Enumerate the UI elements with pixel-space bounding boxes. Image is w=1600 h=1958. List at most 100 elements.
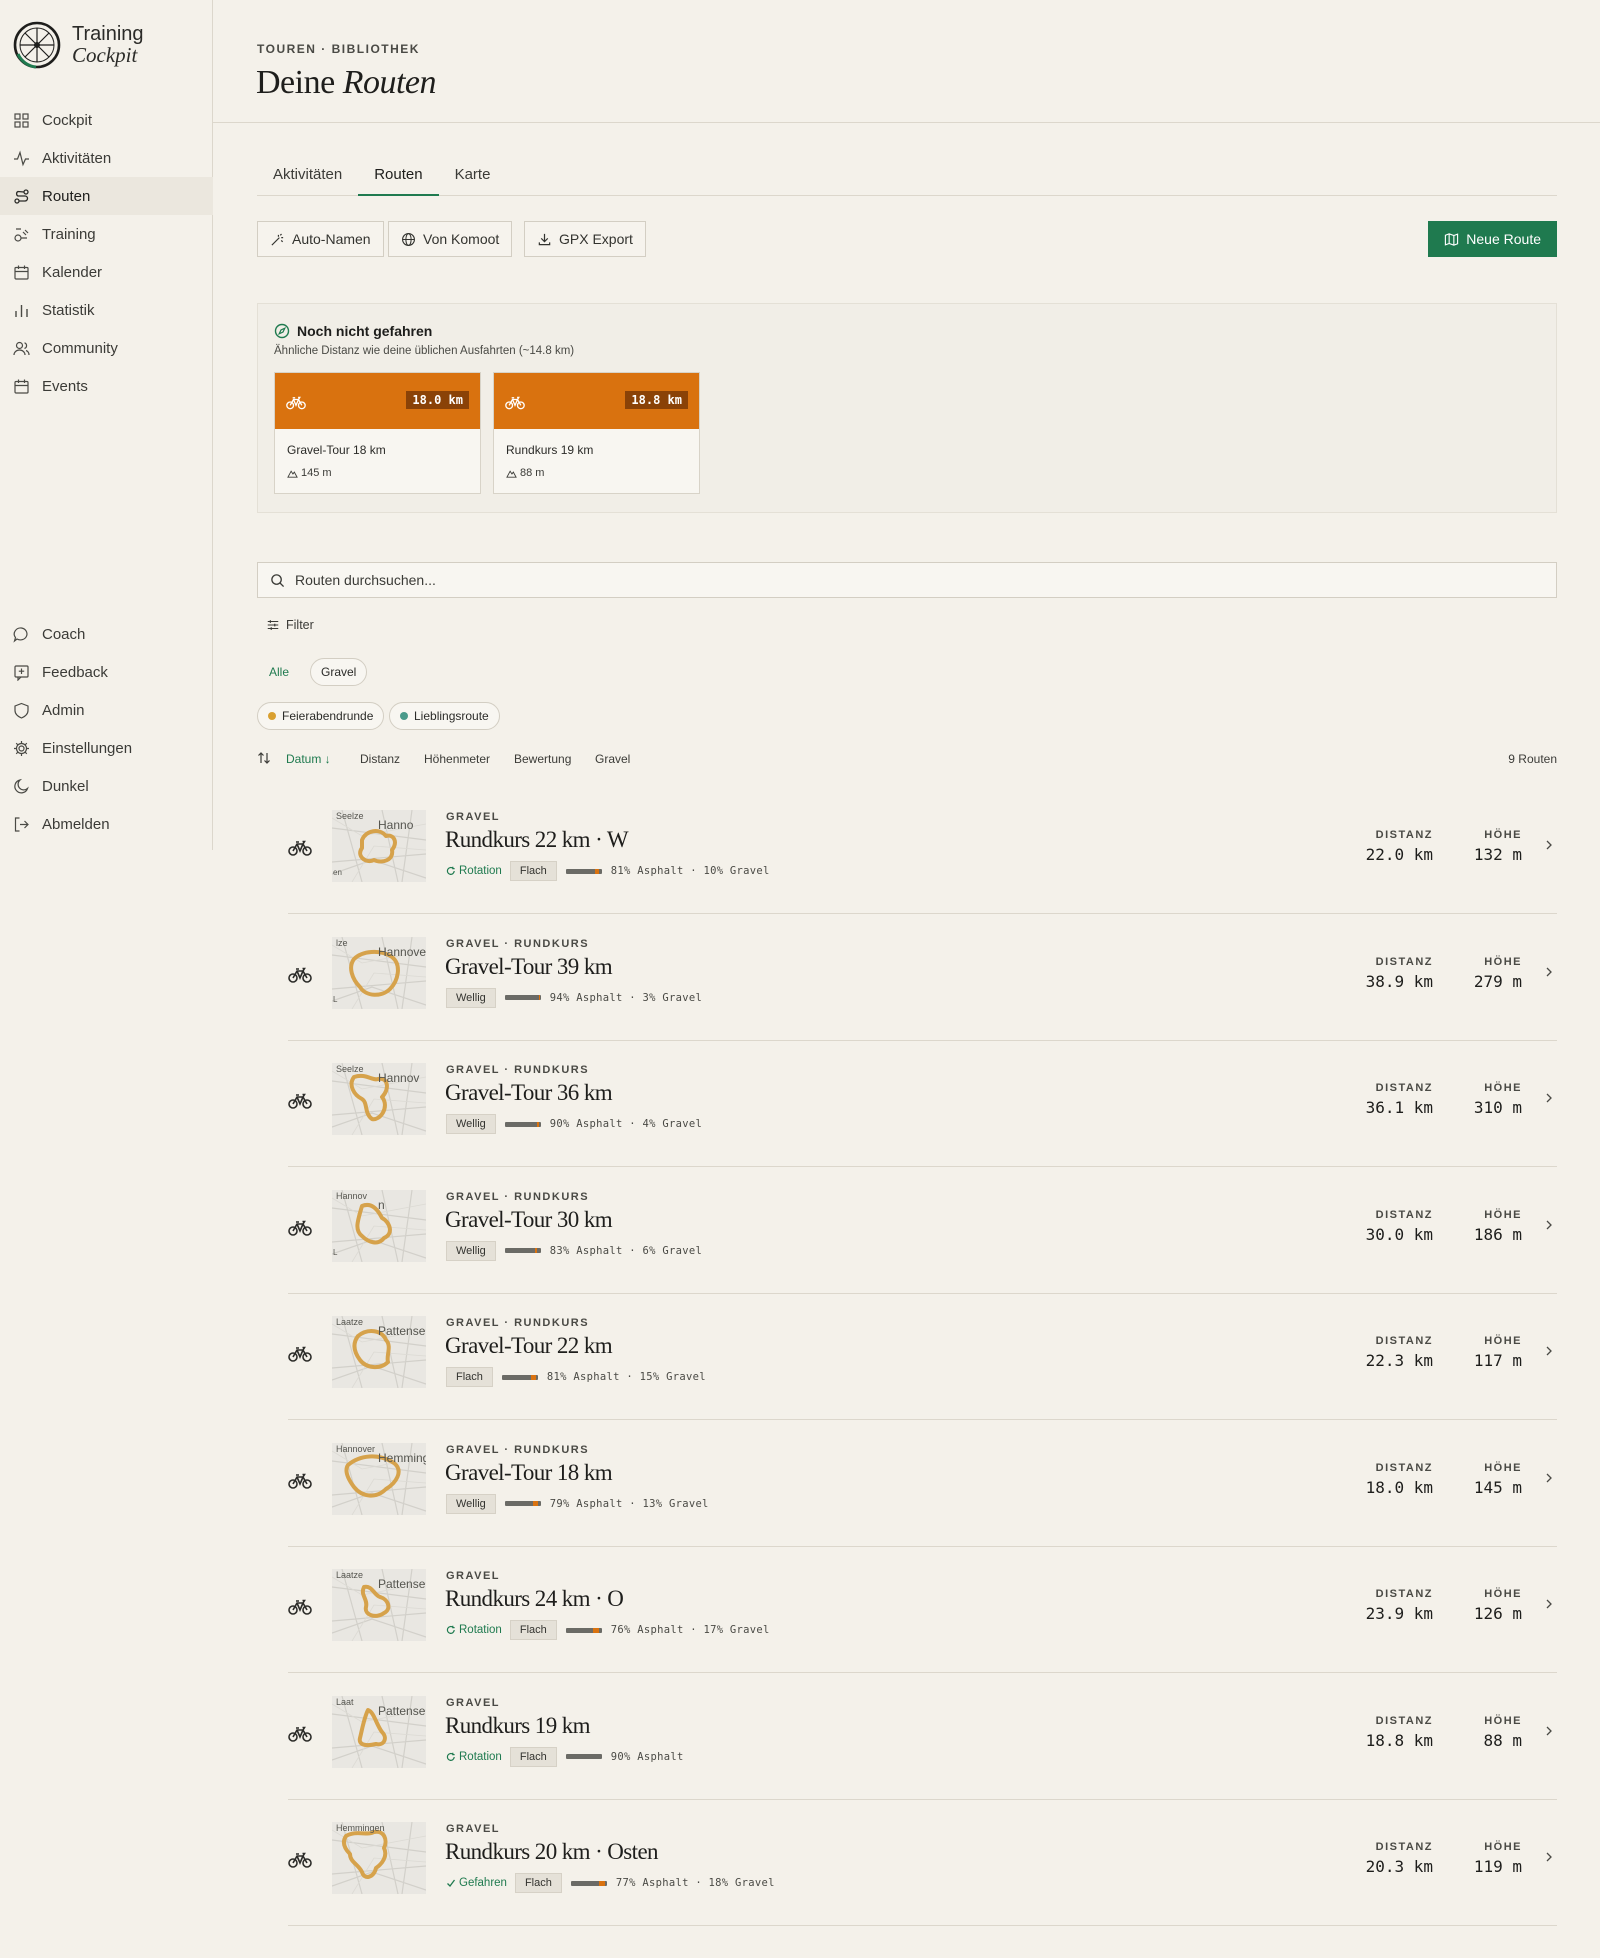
tab-aktivit-ten[interactable]: Aktivitäten (257, 158, 358, 196)
page-title-italic: Routen (342, 64, 437, 101)
route-row[interactable]: Seelze Hannov GRAVEL · RUNDKURS Gravel-Tour… (288, 1040, 1557, 1167)
tab-routen[interactable]: Routen (358, 158, 439, 196)
bicycle-icon (288, 1217, 312, 1237)
gpx-export-button[interactable]: GPX Export (524, 221, 646, 257)
suggestion-elevation-value: 145 m (301, 467, 332, 479)
filter-toggle[interactable]: Filter (266, 618, 314, 632)
sort-by-elevation[interactable]: Höhenmeter (424, 752, 490, 766)
chip-type-all[interactable]: Alle (258, 658, 300, 686)
tab-karte[interactable]: Karte (439, 158, 507, 196)
distance-label: DISTANZ (1375, 1841, 1433, 1853)
sort-bar: Datum ↓ Distanz Höhenmeter Bewertung Gra… (257, 750, 1557, 770)
nav-item-label: Routen (42, 187, 91, 205)
route-category: GRAVEL · RUNDKURS (446, 937, 590, 950)
nav-item-label: Dunkel (42, 777, 89, 795)
map-place-label: L (333, 1247, 338, 1257)
route-status: Rotation (446, 865, 502, 877)
wheel-logo-icon (13, 21, 61, 69)
route-row[interactable]: lze Hannover L GRAVEL · RUNDKURS Gravel-Tour… (288, 914, 1557, 1041)
sort-by-date[interactable]: Datum ↓ (286, 752, 331, 766)
route-map-thumbnail: Laatze Pattensen (332, 1316, 426, 1388)
distance-label: DISTANZ (1375, 1335, 1433, 1347)
route-row[interactable]: HannoverHemmingen GRAVEL · RUNDKURS Gravel… (288, 1420, 1557, 1547)
route-name: Rundkurs 24 km · O (445, 1586, 624, 1611)
training-icon (14, 227, 29, 242)
nav-item-einstellungen[interactable]: Einstellungen (0, 729, 213, 767)
brand-logo[interactable]: Training Cockpit (12, 20, 144, 70)
surface-bar-gravel (534, 1248, 537, 1253)
new-route-button[interactable]: Neue Route (1428, 221, 1557, 257)
route-row[interactable]: Hannov n L GRAVEL · RUNDKURS Gravel-Tour 30 … (288, 1167, 1557, 1294)
sort-direction-icon[interactable] (257, 750, 271, 769)
surface-bar (504, 1121, 541, 1127)
suggestions-title: Noch nicht gefahren (274, 323, 432, 339)
map-place-label: Laatze (336, 1317, 364, 1327)
nav-item-feedback[interactable]: Feedback (0, 653, 213, 691)
nav-item-label: Einstellungen (42, 739, 133, 757)
nav-item-admin[interactable]: Admin (0, 691, 213, 729)
calendar-icon (14, 265, 29, 280)
route-row[interactable]: Hemmingen GRAVEL Rundkurs 20 km · Osten Gef… (288, 1799, 1557, 1926)
map-place-label: Hannov (378, 1071, 420, 1085)
terrain-badge: Wellig (446, 1240, 496, 1261)
nav-item-statistik[interactable]: Statistik (0, 291, 213, 329)
sort-by-rating[interactable]: Bewertung (514, 752, 571, 766)
elevation-value: 132 m (1473, 845, 1522, 864)
elevation-value: 310 m (1473, 1098, 1522, 1117)
nav-item-abmelden[interactable]: Abmelden (0, 805, 213, 843)
komoot-import-button[interactable]: Von Komoot (388, 221, 513, 257)
suggestion-route-name: Rundkurs 19 km (506, 443, 594, 457)
sidebar: Training Cockpit Cockpit Aktivitäten Route… (0, 0, 213, 850)
nav-item-aktivit-ten[interactable]: Aktivitäten (0, 139, 213, 177)
rotate-icon (446, 1752, 455, 1761)
users-icon (13, 341, 30, 355)
route-meta: Rotation Flach 81% Asphalt · 10% Gravel (446, 860, 770, 882)
nav-item-kalender[interactable]: Kalender (0, 253, 213, 291)
chip-tag-feierabendrunde[interactable]: Feierabendrunde (257, 702, 385, 730)
route-category: GRAVEL (446, 811, 501, 823)
route-row[interactable]: Laat Pattensen GRAVEL Rundkurs 19 km Rotatio… (288, 1673, 1557, 1800)
nav-item-label: Community (42, 339, 118, 357)
elevation-label: HÖHE (1484, 829, 1522, 841)
route-name: Rundkurs 19 km (445, 1712, 591, 1738)
route-meta: Rotation Flach 76% Asphalt · 17% Gravel (446, 1619, 770, 1641)
activity-icon (14, 150, 29, 166)
chip-type-gravel[interactable]: Gravel (310, 658, 368, 686)
route-row[interactable]: Laatze Pattensen GRAVEL Rundkurs 24 km · O R… (288, 1546, 1557, 1673)
unridden-suggestions-panel: Noch nicht gefahren Ähnliche Distanz wie… (257, 303, 1557, 513)
bicycle-icon (505, 396, 525, 410)
terrain-badge: Wellig (446, 1114, 496, 1134)
chat-icon (13, 626, 28, 643)
route-category: GRAVEL (446, 1570, 501, 1582)
nav-item-coach[interactable]: Coach (0, 615, 213, 653)
nav-item-training[interactable]: Training (0, 215, 213, 253)
nav-item-dunkel[interactable]: Dunkel (0, 767, 213, 805)
nav-item-routen[interactable]: Routen (0, 177, 213, 215)
elevation-value: 117 m (1473, 1351, 1522, 1370)
surface-breakdown: 90% Asphalt · 4% Gravel (549, 1118, 703, 1130)
surface-bar-gravel (538, 995, 540, 1000)
route-row[interactable]: Laatze Pattensen GRAVEL · RUNDKURS Gravel-T… (288, 1293, 1557, 1420)
route-meta: Wellig 83% Asphalt · 6% Gravel (442, 1240, 702, 1262)
nav-item-community[interactable]: Community (0, 329, 213, 367)
suggestion-card-header: 18.0 km (275, 373, 480, 429)
route-meta: Wellig 94% Asphalt · 3% Gravel (442, 987, 702, 1009)
distance-value: 23.9 km (1365, 1604, 1433, 1623)
distance-value: 36.1 km (1365, 1098, 1433, 1117)
route-row[interactable]: Seelze Hanno en GRAVEL Rundkurs 22 km · W Rot… (288, 787, 1557, 914)
sort-by-gravel[interactable]: Gravel (595, 752, 630, 766)
suggestion-card[interactable]: 18.0 km Gravel-Tour 18 km 145 m (274, 372, 481, 494)
sort-by-distance[interactable]: Distanz (360, 752, 400, 766)
nav-item-cockpit[interactable]: Cockpit (0, 101, 213, 139)
nav-item-events[interactable]: Events (0, 367, 213, 405)
auto-names-button[interactable]: Auto-Namen (257, 221, 384, 257)
search-input[interactable] (295, 572, 1495, 588)
suggestion-card[interactable]: 18.8 km Rundkurs 19 km 88 m (493, 372, 700, 494)
elevation-label: HÖHE (1484, 955, 1522, 968)
surface-bar (501, 1374, 538, 1380)
komoot-import-label: Von Komoot (423, 231, 500, 247)
nav-item-label: Events (42, 377, 88, 395)
suggestion-card-header: 18.8 km (494, 373, 699, 429)
chip-tag-lieblingsroute[interactable]: Lieblingsroute (389, 702, 500, 730)
brand-name-line1: Training (72, 23, 144, 45)
